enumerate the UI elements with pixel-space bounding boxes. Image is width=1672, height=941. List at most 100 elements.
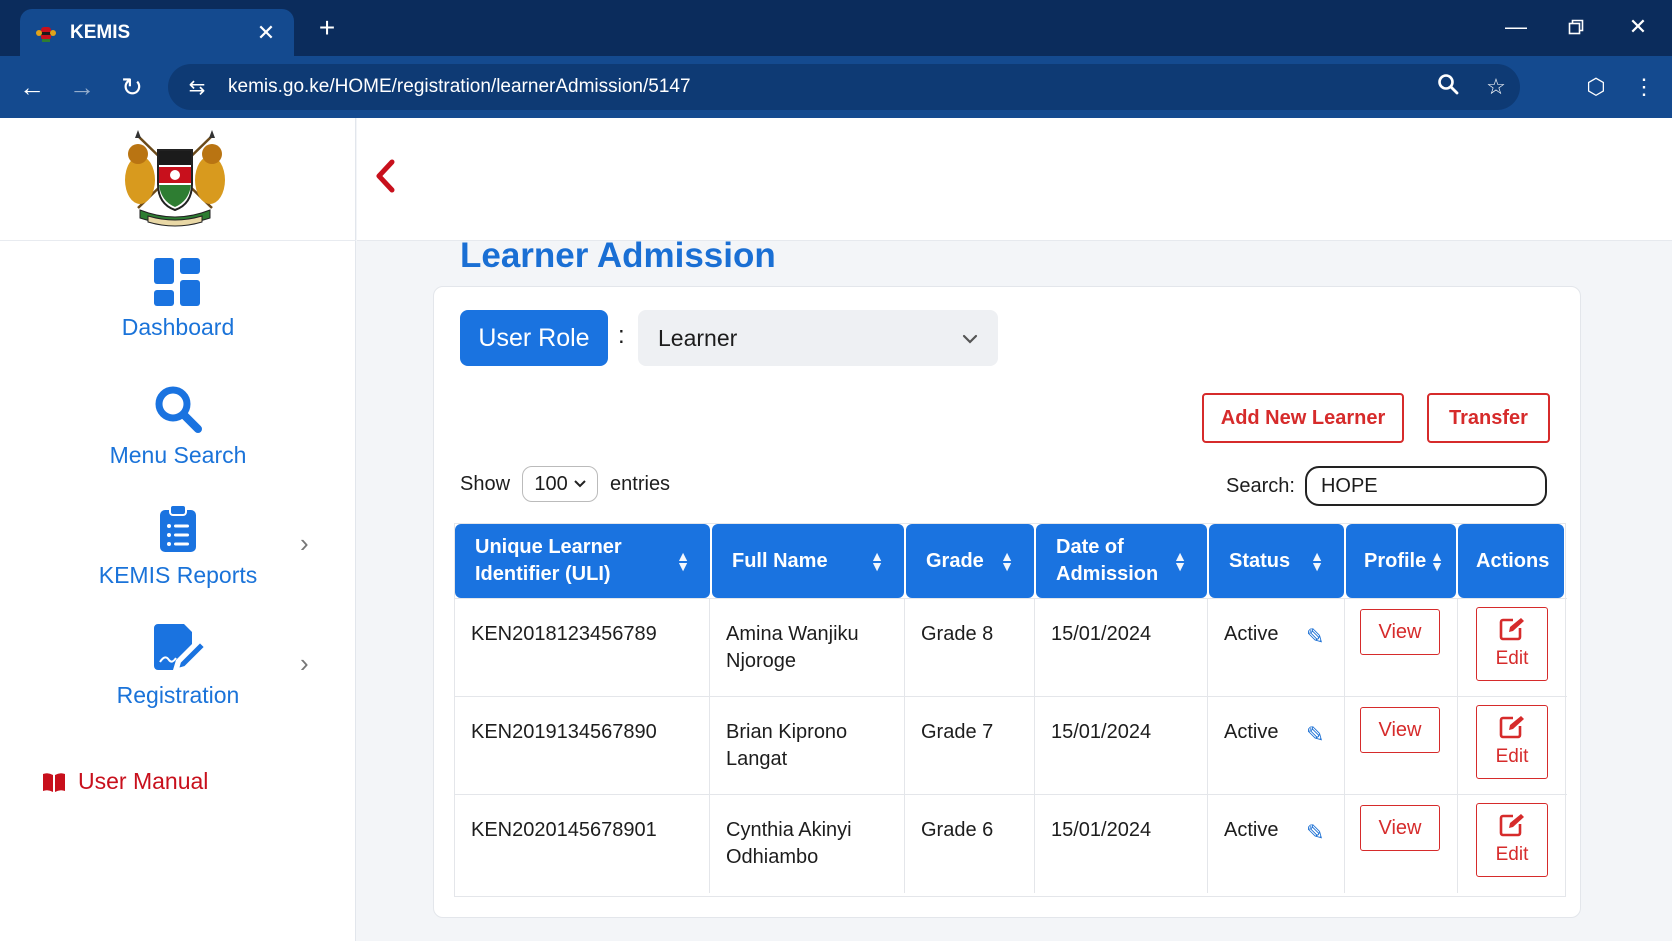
- sidebar-item-label: Menu Search: [109, 442, 247, 468]
- page-title: Learner Admission: [460, 236, 776, 275]
- edit-square-icon: [1499, 813, 1525, 837]
- cell-full-name: Brian Kiprono Langat: [710, 697, 905, 795]
- cell-full-name: Amina Wanjiku Njoroge: [710, 599, 905, 697]
- table-search: Search: HOPE: [1226, 466, 1547, 506]
- sidebar-item-dashboard[interactable]: Dashboard: [0, 258, 356, 341]
- close-tab-icon[interactable]: ✕: [254, 20, 278, 46]
- cell-status: Active ✎: [1208, 599, 1345, 697]
- user-role-select[interactable]: Learner: [638, 310, 998, 366]
- chevron-down-icon: [574, 480, 586, 488]
- role-colon: :: [618, 322, 625, 349]
- table-row: KEN2020145678901 Cynthia Akinyi Odhiambo…: [455, 794, 1567, 893]
- reload-icon[interactable]: ↻: [112, 68, 152, 106]
- table-row: KEN2018123456789 Amina Wanjiku Njoroge G…: [455, 598, 1567, 697]
- dashboard-grid-icon: [0, 258, 356, 306]
- status-text: Active: [1224, 721, 1279, 743]
- view-button[interactable]: View: [1360, 707, 1440, 753]
- browser-menu-icon[interactable]: ⋮: [1624, 68, 1664, 106]
- column-header-date-of-admission[interactable]: Date of Admission ▲ ▼: [1036, 524, 1207, 598]
- cell-grade: Grade 6: [905, 795, 1035, 893]
- search-input[interactable]: HOPE: [1304, 466, 1547, 506]
- search-icon: [0, 384, 356, 434]
- sort-icon: ▲ ▼: [676, 548, 690, 574]
- bookmark-star-icon[interactable]: ☆: [1472, 74, 1520, 100]
- learners-table: Unique Learner Identifier (ULI) ▲ ▼ Full N…: [454, 523, 1567, 897]
- edit-label: Edit: [1495, 647, 1529, 669]
- user-manual-label: User Manual: [78, 768, 209, 794]
- column-header-grade[interactable]: Grade ▲ ▼: [906, 524, 1034, 598]
- sidebar-item-kemis-reports[interactable]: KEMIS Reports ›: [0, 504, 356, 589]
- book-open-icon: [42, 772, 66, 792]
- cell-date: 15/01/2024: [1035, 795, 1208, 893]
- cell-full-name: Cynthia Akinyi Odhiambo: [710, 795, 905, 893]
- chevron-right-icon[interactable]: ›: [300, 648, 309, 679]
- entries-select[interactable]: 100: [522, 466, 599, 502]
- browser-toolbar: ← → ↻ ⇆ kemis.go.ke/HOME/registration/le…: [0, 56, 1672, 118]
- cell-status: Active ✎: [1208, 795, 1345, 893]
- pencil-edit-icon[interactable]: ✎: [1306, 819, 1324, 846]
- transfer-button[interactable]: Transfer: [1427, 393, 1550, 443]
- main-topbar: [357, 118, 1672, 241]
- edit-label: Edit: [1495, 745, 1529, 767]
- url-text[interactable]: kemis.go.ke/HOME/registration/learnerAdm…: [220, 76, 1424, 98]
- site-settings-icon[interactable]: ⇆: [174, 75, 220, 100]
- search-label: Search:: [1226, 474, 1295, 497]
- cell-uli: KEN2020145678901: [455, 795, 710, 893]
- zoom-search-icon[interactable]: [1424, 73, 1472, 101]
- cell-actions: Edit: [1458, 697, 1567, 795]
- column-header-full-name[interactable]: Full Name ▲ ▼: [712, 524, 904, 598]
- entries-value: 100: [534, 472, 568, 495]
- sidebar-item-label: KEMIS Reports: [98, 562, 258, 588]
- pencil-edit-icon[interactable]: ✎: [1306, 623, 1324, 650]
- sidebar-item-menu-search[interactable]: Menu Search: [0, 384, 356, 469]
- entries-label: entries: [610, 472, 671, 495]
- edit-label: Edit: [1495, 843, 1529, 865]
- cell-uli: KEN2018123456789: [455, 599, 710, 697]
- kenya-coat-of-arms-favicon-icon: [36, 23, 56, 43]
- cell-grade: Grade 7: [905, 697, 1035, 795]
- forward-arrow-icon[interactable]: →: [62, 68, 102, 106]
- show-label: Show: [460, 472, 511, 495]
- chevron-down-icon: [962, 328, 978, 349]
- chevron-right-icon[interactable]: ›: [300, 528, 309, 559]
- user-role-button[interactable]: User Role: [460, 310, 608, 366]
- address-bar[interactable]: ⇆ kemis.go.ke/HOME/registration/learnerA…: [168, 64, 1520, 110]
- kenya-coat-of-arms-logo: [118, 128, 232, 228]
- column-header-uli[interactable]: Unique Learner Identifier (ULI) ▲ ▼: [455, 524, 710, 598]
- sidebar-item-registration[interactable]: Registration ›: [0, 624, 356, 709]
- edit-square-icon: [1499, 617, 1525, 641]
- back-arrow-icon[interactable]: ←: [12, 68, 52, 106]
- edit-button[interactable]: Edit: [1476, 705, 1548, 779]
- cell-profile: View: [1345, 599, 1458, 697]
- cell-date: 15/01/2024: [1035, 599, 1208, 697]
- view-button[interactable]: View: [1360, 609, 1440, 655]
- sort-icon: ▲ ▼: [1173, 548, 1187, 574]
- add-new-learner-button[interactable]: Add New Learner: [1202, 393, 1404, 443]
- cell-grade: Grade 8: [905, 599, 1035, 697]
- close-window-icon[interactable]: ✕: [1618, 10, 1658, 44]
- pencil-edit-icon[interactable]: ✎: [1306, 721, 1324, 748]
- column-header-status[interactable]: Status ▲ ▼: [1209, 524, 1344, 598]
- status-text: Active: [1224, 819, 1279, 841]
- column-header-profile[interactable]: Profile ▲ ▼: [1346, 524, 1456, 598]
- sort-icon: ▲ ▼: [1000, 548, 1014, 574]
- edit-button[interactable]: Edit: [1476, 607, 1548, 681]
- tab-title: KEMIS: [70, 21, 131, 43]
- table-row: KEN2019134567890 Brian Kiprono Langat Gr…: [455, 696, 1567, 795]
- back-chevron-icon[interactable]: [373, 158, 397, 204]
- user-role-value: Learner: [658, 324, 738, 351]
- new-tab-icon[interactable]: +: [312, 12, 342, 43]
- sort-icon: ▲ ▼: [1430, 548, 1444, 574]
- cell-profile: View: [1345, 697, 1458, 795]
- user-manual-link[interactable]: User Manual: [42, 768, 208, 795]
- browser-tab[interactable]: KEMIS ✕: [20, 9, 294, 56]
- status-text: Active: [1224, 623, 1279, 645]
- cell-profile: View: [1345, 795, 1458, 893]
- sidebar-item-label: Registration: [116, 682, 240, 708]
- edit-button[interactable]: Edit: [1476, 803, 1548, 877]
- restore-icon[interactable]: [1556, 10, 1596, 44]
- view-button[interactable]: View: [1360, 805, 1440, 851]
- minimize-icon[interactable]: —: [1496, 10, 1536, 44]
- extensions-icon[interactable]: ⬡: [1576, 68, 1616, 106]
- edit-square-icon: [1499, 715, 1525, 739]
